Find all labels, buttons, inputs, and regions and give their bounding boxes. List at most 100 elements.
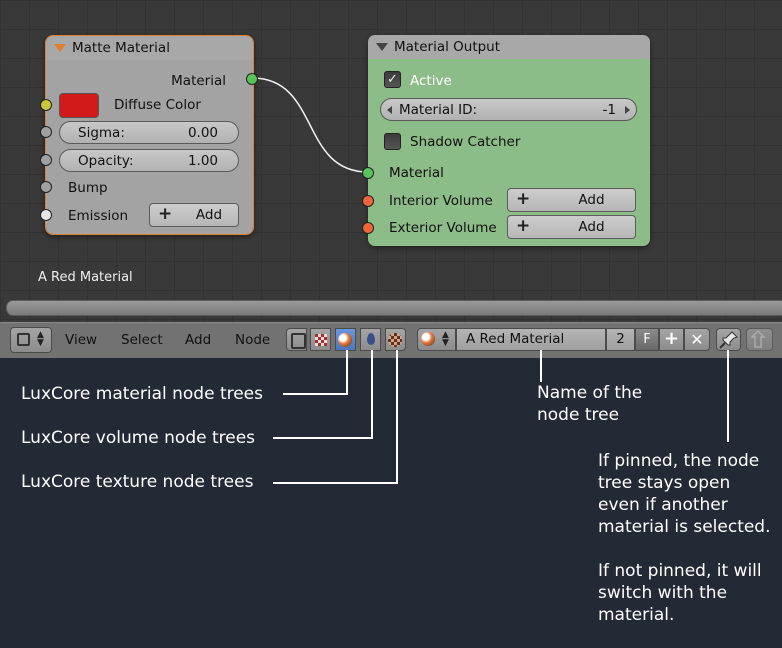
pin-icon — [719, 331, 738, 349]
output-material-label: Material — [171, 73, 226, 89]
pin-callout-v — [727, 350, 729, 442]
exterior-volume-label: Exterior Volume — [389, 220, 497, 236]
material-sphere-icon — [338, 333, 352, 347]
diffuse-color-socket[interactable] — [40, 99, 52, 111]
tree-name-value: A Red Material — [466, 331, 565, 347]
node-title: Matte Material — [72, 40, 170, 56]
horizontal-scrollbar[interactable] — [6, 300, 782, 316]
arrow-up-icon — [750, 329, 766, 348]
diffuse-color-swatch[interactable] — [59, 93, 99, 118]
shadow-catcher-label: Shadow Catcher — [410, 134, 521, 150]
collapse-triangle-icon[interactable] — [376, 43, 388, 51]
material-trees-annotation: LuxCore material node trees — [21, 384, 264, 404]
name-callout-v — [540, 350, 542, 382]
diffuse-color-label: Diffuse Color — [114, 97, 201, 113]
menu-select[interactable]: Select — [121, 332, 163, 348]
material-id-field[interactable]: Material ID: -1 — [380, 98, 637, 121]
pin-annotation: If pinned, the node tree stays open even… — [598, 451, 771, 625]
bump-label: Bump — [68, 180, 108, 196]
fake-user-button[interactable]: F — [635, 328, 659, 351]
material-output-socket[interactable] — [246, 73, 258, 85]
emission-socket[interactable] — [40, 209, 52, 221]
users-count-button[interactable]: 2 — [606, 328, 635, 351]
annotation-panel: LuxCore material node trees LuxCore volu… — [0, 358, 782, 648]
menu-add[interactable]: Add — [185, 332, 211, 348]
parent-tree-button[interactable] — [746, 328, 773, 351]
sigma-label: Sigma: — [78, 125, 125, 141]
luxcore-texture-tree-button[interactable] — [385, 328, 406, 351]
node-tree-name-label: A Red Material — [38, 270, 133, 285]
material-input-socket[interactable] — [362, 167, 374, 179]
tree-name-field[interactable]: A Red Material — [456, 328, 606, 351]
material-browse-button[interactable]: ▲ ▼ — [417, 328, 456, 351]
unlink-tree-button[interactable]: ✕ — [684, 328, 710, 351]
increment-arrow-icon[interactable] — [625, 106, 630, 114]
close-icon: ✕ — [690, 330, 704, 349]
chevron-updown-icon: ▲ ▼ — [37, 330, 44, 348]
volume-callout-v — [371, 350, 373, 439]
node-title: Material Output — [394, 39, 501, 55]
editor-type-selector[interactable]: ▲ ▼ — [10, 327, 52, 353]
add-button-label: Add — [578, 192, 605, 208]
checker-texture-icon — [315, 334, 327, 346]
luxcore-volume-tree-button[interactable] — [360, 328, 381, 351]
node-editor[interactable]: Matte Material Material Diffuse Color Si… — [0, 0, 782, 322]
interior-add-button[interactable]: + Add — [507, 188, 636, 212]
pin-button[interactable] — [716, 328, 741, 351]
volume-trees-annotation: LuxCore volume node trees — [21, 428, 256, 448]
menu-view[interactable]: View — [65, 332, 97, 348]
node-header[interactable]: Matte Material — [46, 36, 253, 60]
node-editor-icon — [17, 333, 30, 346]
node-body: Material Diffuse Color Sigma: 0.00 Opaci… — [46, 60, 253, 234]
texture-sphere-icon — [388, 333, 402, 347]
matte-material-node[interactable]: Matte Material Material Diffuse Color Si… — [45, 35, 254, 235]
collapse-triangle-icon[interactable] — [54, 44, 66, 52]
texture-callout-v — [396, 350, 398, 484]
luxcore-material-tree-button[interactable] — [335, 328, 356, 351]
add-button-label: Add — [578, 219, 605, 235]
decrement-arrow-icon[interactable] — [387, 106, 392, 114]
opacity-socket[interactable] — [40, 154, 52, 166]
texture-callout-h — [273, 482, 398, 484]
material-id-value: -1 — [602, 102, 616, 118]
plus-icon: + — [516, 216, 531, 236]
material-sphere-icon — [421, 332, 435, 346]
exterior-add-button[interactable]: + Add — [507, 215, 636, 239]
texture-trees-annotation: LuxCore texture node trees — [21, 472, 254, 492]
volume-callout-h — [273, 437, 373, 439]
menu-node[interactable]: Node — [235, 332, 270, 348]
shader-tree-button[interactable] — [286, 328, 307, 351]
material-output-node[interactable]: Material Output ✓ Active Material ID: -1… — [368, 35, 650, 246]
node-editor-header: ▲ ▼ View Select Add Node ▲ ▼ A Red Materia… — [0, 322, 782, 358]
add-button-label: Add — [195, 207, 223, 223]
texture-tree-button[interactable] — [310, 328, 331, 351]
bump-socket[interactable] — [40, 181, 52, 193]
volume-drop-icon — [367, 333, 375, 345]
shadow-catcher-checkbox[interactable] — [384, 133, 401, 150]
emission-add-button[interactable]: + Add — [149, 203, 239, 227]
sigma-value: 0.00 — [187, 125, 218, 141]
material-input-label: Material — [389, 165, 444, 181]
fake-user-label: F — [643, 332, 651, 347]
plus-icon: + — [158, 204, 173, 224]
tree-name-annotation: Name of the node tree — [537, 383, 643, 425]
plus-icon: + — [663, 328, 680, 349]
new-tree-button[interactable]: + — [659, 328, 684, 351]
sigma-field[interactable]: Sigma: 0.00 — [59, 121, 239, 144]
active-checkbox[interactable]: ✓ — [384, 71, 401, 88]
sigma-socket[interactable] — [40, 126, 52, 138]
opacity-field[interactable]: Opacity: 1.00 — [59, 149, 239, 172]
emission-label: Emission — [68, 208, 129, 224]
material-id-label: Material ID: — [399, 102, 478, 118]
material-callout-v — [346, 350, 348, 395]
interior-volume-socket[interactable] — [362, 195, 374, 207]
node-header[interactable]: Material Output — [368, 35, 650, 59]
active-label: Active — [410, 73, 452, 89]
exterior-volume-socket[interactable] — [362, 222, 374, 234]
opacity-value: 1.00 — [187, 153, 218, 169]
interior-volume-label: Interior Volume — [389, 193, 493, 209]
material-callout-h — [283, 393, 348, 395]
chevron-updown-icon: ▲ ▼ — [442, 330, 449, 348]
plus-icon: + — [516, 189, 531, 209]
node-body: ✓ Active Material ID: -1 Shadow Catcher … — [368, 59, 650, 246]
